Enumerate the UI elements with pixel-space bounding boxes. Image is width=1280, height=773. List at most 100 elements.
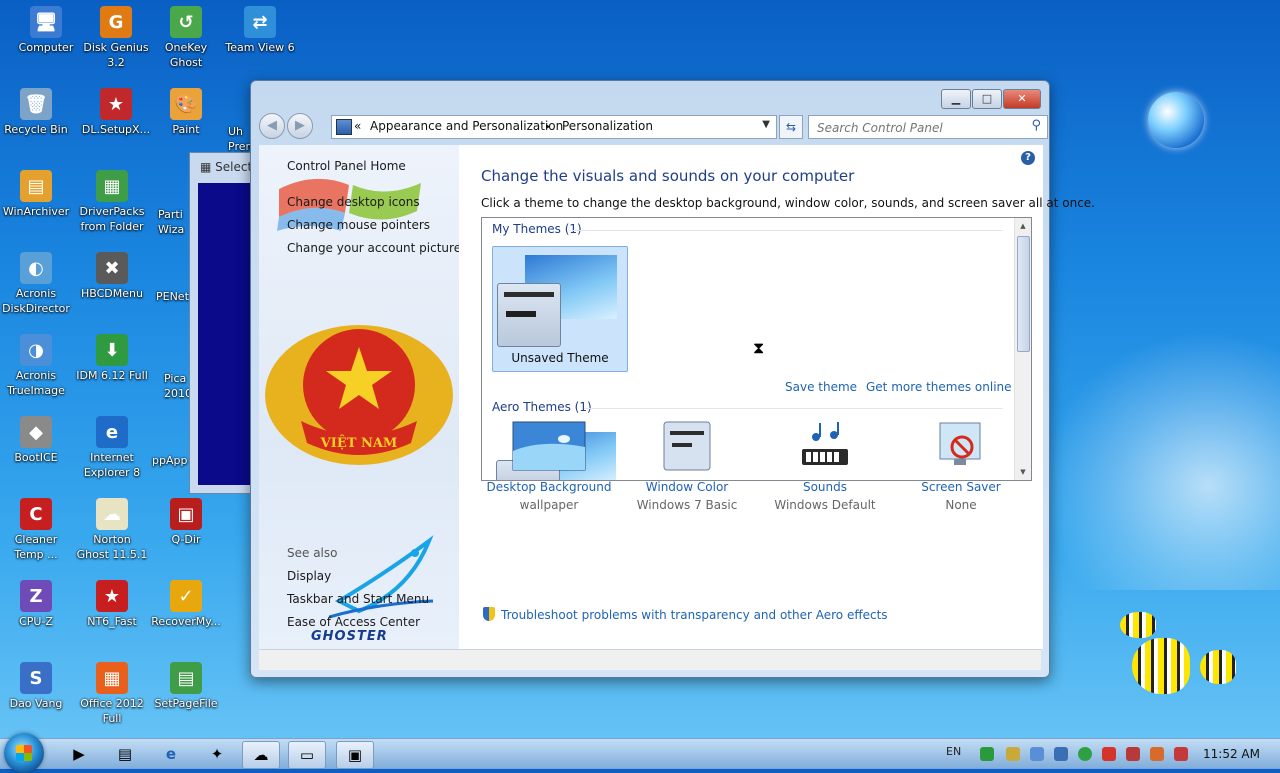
address-chevrons[interactable]: « [354,119,361,133]
troubleshoot-text[interactable]: Troubleshoot problems with transparency … [501,608,888,622]
desktop-partial-label[interactable]: Parti Wiza [158,207,188,237]
troubleshoot-link[interactable]: Troubleshoot problems with transparency … [483,607,888,622]
display-tray-icon[interactable] [1054,747,1068,761]
address-bar[interactable]: « Appearance and Personalization ▸ Perso… [331,115,777,139]
play-tray-icon[interactable] [1078,747,1092,761]
star-tray-icon[interactable] [1102,747,1116,761]
desktop-background-option[interactable]: Desktop Background wallpaper [483,421,615,512]
storage-tray-icon[interactable] [1006,747,1020,761]
breadcrumb-personalization[interactable]: Personalization [562,119,653,133]
screen-saver-value: None [945,498,977,512]
desktop-icon-winarchiver[interactable]: ▤ WinArchiver [0,170,72,219]
change-account-picture-link[interactable]: Change your account picture [287,241,461,255]
desktop-icon-acronis-trueimage[interactable]: ◑ Acronis TrueImage [0,334,72,398]
volume-muted-tray-icon[interactable] [1174,747,1188,761]
media-player-taskbar-icon[interactable]: ▶ [60,741,98,767]
control-panel-icon [336,119,352,135]
window-color-title[interactable]: Window Color [621,480,753,494]
taskbar-start-menu-link[interactable]: Taskbar and Start Menu [287,592,429,606]
screen-saver-option[interactable]: Screen Saver None [895,421,1027,512]
get-more-themes-link[interactable]: Get more themes online [866,380,1012,394]
help-icon[interactable]: ? [1021,151,1035,165]
breadcrumb-appearance[interactable]: Appearance and Personalization [370,119,563,133]
desktop-icon-recovermy[interactable]: ✓ RecoverMy... [150,580,222,629]
refresh-button[interactable]: ⇆ [779,115,803,139]
desktop-icon-acronis-diskdirector[interactable]: ◐ Acronis DiskDirector [0,252,72,316]
breadcrumb-arrow-icon[interactable]: ▸ [546,122,551,132]
desktop-icon-office[interactable]: ▦ Office 2012 Full [76,662,148,726]
desktop-icon-label: OneKey Ghost [164,41,208,69]
desktop-icon-cpuz[interactable]: Z CPU-Z [0,580,72,629]
ease-of-access-link[interactable]: Ease of Access Center [287,615,420,629]
sounds-title[interactable]: Sounds [759,480,891,494]
security-tray-icon[interactable] [1150,747,1164,761]
forward-button[interactable]: ▶ [287,113,313,139]
desktop-icon-qdir[interactable]: ▣ Q-Dir [150,498,222,547]
desktop-icon-setup[interactable]: ★ DL.SetupX... [80,88,152,137]
partial-label-text: ppApp [152,454,188,467]
desktop-background-title[interactable]: Desktop Background [483,480,615,494]
sounds-icon [802,422,848,465]
desktop-partial-label[interactable]: ppApp [152,453,190,468]
desktop-icon-nt6-fast[interactable]: ★ NT6_Fast [76,580,148,629]
tool-tray-icon[interactable] [1126,747,1140,761]
theme-tile-unsaved[interactable]: Unsaved Theme [492,246,628,372]
desktop-icon-internet-explorer[interactable]: e Internet Explorer 8 [76,416,148,480]
address-dropdown-icon[interactable]: ▼ [762,119,770,130]
save-theme-link[interactable]: Save theme [785,380,857,394]
close-button[interactable]: ✕ [1003,89,1041,109]
search-box[interactable]: ⚲ [808,115,1048,139]
change-mouse-pointers-link[interactable]: Change mouse pointers [287,218,430,232]
minimize-button[interactable]: ▁ [941,89,971,109]
desktop-icon-bootice[interactable]: ◆ BootICE [0,416,72,465]
screen-saver-title[interactable]: Screen Saver [895,480,1027,494]
display-link[interactable]: Display [287,569,331,583]
recycle-bin-icon: 🗑 [20,88,52,120]
search-icon[interactable]: ⚲ [1031,118,1041,133]
desktop-icon-label: Acronis DiskDirector [2,287,70,315]
desktop-icon-label: HBCDMenu [81,287,143,300]
desktop-icon-norton-ghost[interactable]: ☁ Norton Ghost 11.5.1 [76,498,148,562]
desktop-partial-label[interactable]: Pica 2010 [164,371,192,401]
desktop-icon-dao-vang[interactable]: S Dao Vang [0,662,72,711]
tools-taskbar-icon[interactable]: ✦ [198,741,236,767]
desktop-icon-hbcdmenu[interactable]: ✖ HBCDMenu [76,252,148,301]
cmd-taskbar-icon[interactable]: ▭ [288,741,326,769]
desktop-icon-label: Cleaner Temp ... [14,533,58,561]
desktop-icon-teamviewer[interactable]: ⇄ Team View 6 [224,6,296,55]
maximize-button[interactable]: □ [972,89,1002,109]
window-color-option[interactable]: Window Color Windows 7 Basic [621,421,753,512]
clock[interactable]: 11:52 AM [1203,747,1260,761]
desktop-icon-label: DL.SetupX... [81,123,151,136]
search-input[interactable] [815,118,1029,138]
ghost-taskbar-icon[interactable]: ☁ [242,741,280,769]
desktop-icon-cleaner[interactable]: C Cleaner Temp ... [0,498,72,562]
control-panel-taskbar-icon[interactable]: ▣ [336,741,374,769]
idm-icon: ⬇ [96,334,128,366]
desktop-icon-paint[interactable]: 🎨 Paint [150,88,222,137]
change-desktop-icons-link[interactable]: Change desktop icons [287,195,420,209]
start-button[interactable] [4,733,44,773]
sounds-option[interactable]: Sounds Windows Default [759,421,891,512]
desktop-icon-disk-genius[interactable]: G Disk Genius 3.2 [80,6,152,70]
desktop-partial-label[interactable]: Uh Prem [228,124,256,154]
personalization-window[interactable]: ▁ □ ✕ ◀ ▶ « Appearance and Personalizati… [250,80,1095,678]
scroll-up-icon[interactable]: ▲ [1015,218,1031,234]
device-tray-icon[interactable] [1030,747,1044,761]
language-indicator[interactable]: EN [946,745,961,758]
hourglass-cursor-icon: ⧗ [753,338,765,357]
desktop-partial-label[interactable]: PENet [156,289,190,304]
scrollbar-thumb[interactable] [1017,236,1030,352]
desktop-icon-driverpacks[interactable]: ▦ DriverPacks from Folder [76,170,148,234]
explorer-taskbar-icon[interactable]: ▤ [106,741,144,767]
desktop-icon-computer[interactable]: 🖥 Computer [10,6,82,55]
desktop-icon-onekey-ghost[interactable]: ↺ OneKey Ghost [150,6,222,70]
desktop-icon-setpagefile[interactable]: ▤ SetPageFile [150,662,222,711]
back-button[interactable]: ◀ [259,113,285,139]
taskbar: ▶ ▤ e ✦ ☁ ▭ ▣ EN 11:52 AM [0,733,1280,773]
desktop-icon-idm[interactable]: ⬇ IDM 6.12 Full [76,334,148,383]
network-tray-icon[interactable] [980,747,994,761]
control-panel-home-link[interactable]: Control Panel Home [287,159,406,173]
desktop-icon-recycle-bin[interactable]: 🗑 Recycle Bin [0,88,72,137]
internet-explorer-taskbar-icon[interactable]: e [152,741,190,767]
